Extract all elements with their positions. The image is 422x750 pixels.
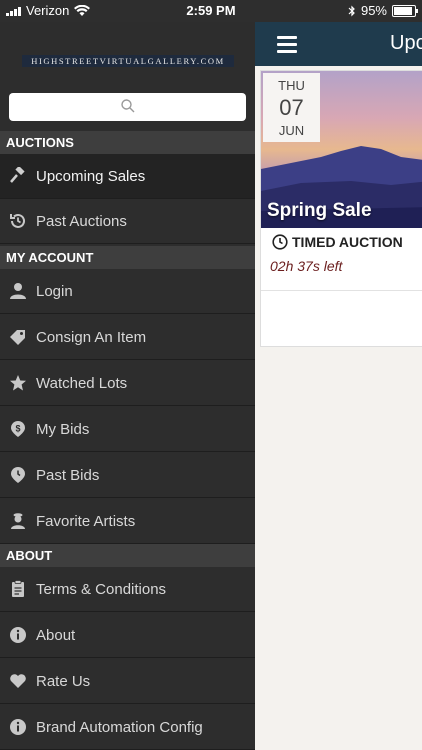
sidebar-item-label: Past Bids [36, 466, 100, 484]
svg-text:$: $ [15, 424, 20, 434]
battery-percent: 95% [360, 3, 387, 18]
dollar-pin-icon: $ [0, 420, 36, 438]
gavel-icon [0, 167, 36, 185]
sidebar-item-label: Watched Lots [36, 374, 128, 392]
auction-type: TIMED AUCTION [272, 234, 403, 250]
date-dow: THU [278, 78, 305, 93]
clock-icon [272, 234, 288, 250]
sidebar-item-favorite-artists[interactable]: Favorite Artists [0, 499, 255, 544]
sidebar-item-about[interactable]: About [0, 613, 255, 658]
sidebar-item-upcoming-sales[interactable]: Upcoming Sales [0, 154, 255, 199]
battery-icon [392, 4, 418, 17]
sidebar-item-login[interactable]: Login [0, 269, 255, 314]
card-divider [261, 290, 422, 291]
sidebar-item-past-auctions[interactable]: Past Auctions [0, 199, 255, 244]
info-icon [0, 718, 36, 736]
sidebar: HIGHSTREETVIRTUALGALLERY.COM AUCTIONS Up… [0, 22, 255, 750]
date-day: 07 [279, 95, 304, 120]
date-month: JUN [278, 123, 305, 138]
status-right: 95% [348, 3, 418, 18]
time-left: 02h 37s left [270, 258, 343, 274]
sidebar-item-watched-lots[interactable]: Watched Lots [0, 361, 255, 406]
logo: HIGHSTREETVIRTUALGALLERY.COM [22, 55, 234, 67]
sidebar-item-label: Past Auctions [36, 212, 127, 230]
section-auctions: AUCTIONS [0, 131, 255, 154]
clipboard-icon [0, 580, 36, 598]
auction-type-label: TIMED AUCTION [292, 234, 403, 250]
search-icon [121, 99, 135, 113]
nav-bar: Upcoming Sales [255, 22, 422, 66]
sidebar-item-label: Rate Us [36, 672, 91, 690]
sidebar-item-label: Terms & Conditions [36, 580, 167, 598]
auction-card[interactable]: THU 07 JUN Spring Sale TIMED AUCTION 02h… [260, 70, 422, 347]
auction-title: Spring Sale [267, 200, 372, 221]
heart-icon [0, 672, 36, 690]
sidebar-item-brand-config[interactable]: Brand Automation Config [0, 705, 255, 750]
bluetooth-icon [348, 5, 355, 16]
auction-image[interactable]: THU 07 JUN Spring Sale [261, 71, 422, 228]
date-badge: THU 07 JUN [263, 73, 320, 142]
sidebar-item-label: About [36, 626, 76, 644]
logo-area: HIGHSTREETVIRTUALGALLERY.COM [0, 22, 255, 88]
sidebar-item-label: Login [36, 282, 73, 300]
sidebar-item-label: My Bids [36, 420, 90, 438]
page-title: Upcoming Sales [390, 32, 422, 54]
section-about: ABOUT [0, 544, 255, 567]
sidebar-item-label: Brand Automation Config [36, 718, 203, 736]
tag-icon [0, 328, 36, 346]
sidebar-item-label: Upcoming Sales [36, 167, 146, 185]
section-my-account: MY ACCOUNT [0, 246, 255, 269]
info-icon [0, 626, 36, 644]
sidebar-item-label: Favorite Artists [36, 512, 136, 530]
user-icon [0, 282, 36, 300]
star-icon [0, 374, 36, 392]
sidebar-item-past-bids[interactable]: Past Bids [0, 453, 255, 498]
sidebar-item-my-bids[interactable]: $ My Bids [0, 407, 255, 452]
history-icon [0, 212, 36, 230]
artist-icon [0, 512, 36, 530]
main-content: Upcoming Sales THU 07 JUN Spring Sale TI… [255, 22, 422, 750]
sidebar-item-consign[interactable]: Consign An Item [0, 315, 255, 360]
clock-pin-icon [0, 466, 36, 484]
sidebar-item-rate-us[interactable]: Rate Us [0, 659, 255, 704]
sidebar-item-label: Consign An Item [36, 328, 147, 346]
search-input[interactable] [9, 93, 246, 121]
status-bar: Verizon 2:59 PM 95% [0, 0, 422, 22]
hamburger-menu-icon[interactable] [277, 36, 297, 53]
sidebar-item-terms[interactable]: Terms & Conditions [0, 567, 255, 612]
